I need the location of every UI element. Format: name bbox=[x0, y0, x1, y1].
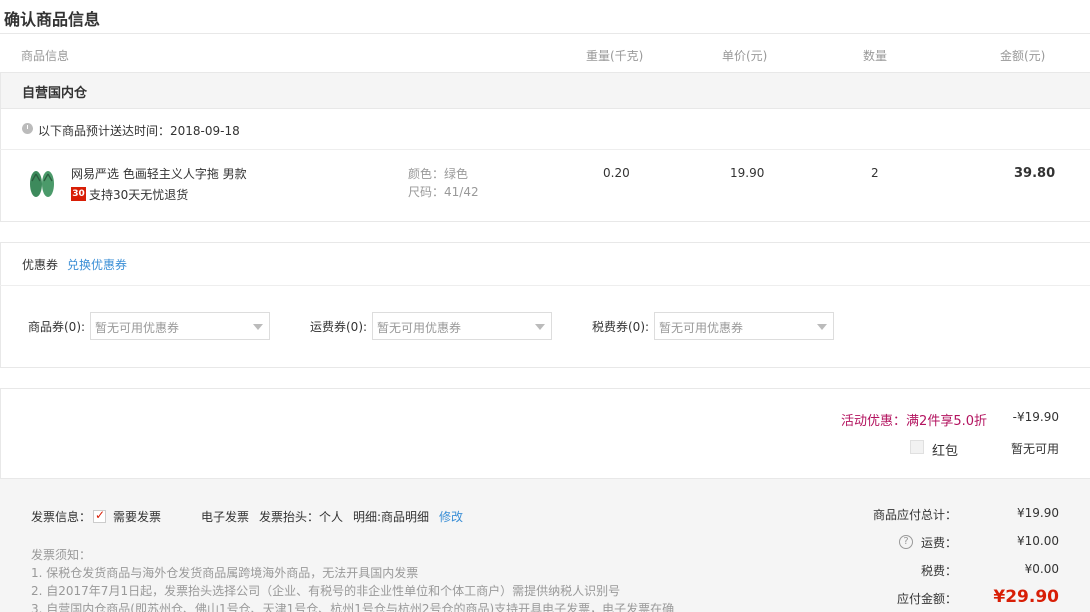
invoice-note: 1. 保税仓发货商品与海外仓发货商品属跨境海外商品，无法开具国内发票 bbox=[31, 566, 419, 580]
product-coupon-label: 商品券(0): bbox=[28, 320, 86, 334]
product-weight: 0.20 bbox=[603, 166, 630, 180]
coupon-divider bbox=[0, 285, 1090, 286]
chevron-down-icon bbox=[535, 324, 545, 330]
exchange-coupon-link[interactable]: 兑换优惠券 bbox=[67, 256, 127, 273]
column-header-weight: 重量(千克) bbox=[586, 49, 644, 63]
need-invoice-checkbox[interactable] bbox=[93, 508, 106, 523]
chevron-down-icon bbox=[253, 324, 263, 330]
shipping-coupon-value: 暂无可用优惠券 bbox=[377, 321, 462, 335]
column-header-unit-price: 单价(元) bbox=[722, 49, 768, 63]
hongbao-value: 暂无可用 bbox=[1010, 442, 1059, 456]
product-coupon-value: 暂无可用优惠券 bbox=[95, 321, 180, 335]
column-header-amount: 金额(元) bbox=[1000, 49, 1046, 63]
product-name[interactable]: 网易严选 色画轻主义人字拖 男款 bbox=[71, 165, 247, 182]
activity-discount-label: 活动优惠：满2件享5.0折 bbox=[841, 414, 987, 429]
invoice-label: 发票信息： bbox=[31, 510, 92, 524]
tax-value: ¥0.00 bbox=[1024, 562, 1059, 576]
tax-coupon-label: 税费券(0): bbox=[592, 320, 650, 334]
invoice-edit-link[interactable]: 修改 bbox=[439, 508, 463, 525]
refund-badge: 30 bbox=[71, 187, 86, 201]
column-header-product: 商品信息 bbox=[21, 49, 70, 63]
tax-coupon-value: 暂无可用优惠券 bbox=[659, 321, 744, 335]
invoice-notes-title: 发票须知： bbox=[31, 548, 92, 562]
product-amount: 39.80 bbox=[1014, 166, 1056, 181]
shipping-label: 运费： bbox=[920, 536, 957, 550]
coupon-title: 优惠券 bbox=[22, 258, 59, 272]
product-quantity: 2 bbox=[871, 166, 879, 180]
product-color: 颜色：绿色 bbox=[408, 167, 469, 181]
tax-coupon-select[interactable]: 暂无可用优惠券 bbox=[654, 312, 834, 340]
activity-discount-value: -¥19.90 bbox=[1012, 410, 1059, 424]
goods-total-label: 商品应付总计： bbox=[872, 508, 957, 522]
help-icon[interactable]: ? bbox=[899, 535, 913, 549]
delivery-time: 以下商品预计送达时间：2018-09-18 bbox=[38, 124, 240, 138]
shipping-value: ¥10.00 bbox=[1017, 534, 1059, 548]
product-size: 尺码：41/42 bbox=[408, 185, 479, 199]
clock-icon bbox=[22, 123, 33, 134]
pay-amount-label: 应付金额： bbox=[896, 592, 957, 606]
pay-amount-value: ¥29.90 bbox=[993, 587, 1059, 607]
hongbao-checkbox[interactable] bbox=[910, 440, 924, 454]
promotion-section bbox=[0, 388, 1090, 478]
title-divider bbox=[0, 33, 1090, 34]
need-invoice-label: 需要发票 bbox=[113, 510, 162, 524]
warehouse-name: 自营国内仓 bbox=[22, 86, 88, 101]
shipping-coupon-select[interactable]: 暂无可用优惠券 bbox=[372, 312, 552, 340]
product-thumbnail[interactable] bbox=[28, 167, 56, 201]
goods-total-value: ¥19.90 bbox=[1017, 506, 1059, 520]
refund-text: 支持30天无忧退货 bbox=[89, 188, 189, 202]
delivery-divider bbox=[0, 149, 1090, 150]
invoice-header: 发票抬头：个人 bbox=[259, 510, 344, 524]
invoice-type: 电子发票 bbox=[201, 510, 250, 524]
shipping-coupon-label: 运费券(0): bbox=[310, 320, 368, 334]
column-header-quantity: 数量 bbox=[863, 49, 888, 63]
chevron-down-icon bbox=[817, 324, 827, 330]
hongbao-label: 红包 bbox=[932, 444, 959, 459]
invoice-note: 3. 自营国内仓商品(即苏州仓、佛山1号仓、天津1号仓、杭州1号仓与杭州2号仓的… bbox=[31, 602, 675, 612]
invoice-note: 2. 自2017年7月1日起，发票抬头选择公司（企业、有税号的非企业性单位和个体… bbox=[31, 584, 621, 598]
product-coupon-select[interactable]: 暂无可用优惠券 bbox=[90, 312, 270, 340]
coupon-section bbox=[0, 242, 1090, 368]
product-unit-price: 19.90 bbox=[730, 166, 765, 180]
invoice-detail: 明细:商品明细 bbox=[353, 510, 430, 524]
warehouse-bar bbox=[0, 72, 1090, 109]
page-title: 确认商品信息 bbox=[4, 10, 101, 29]
tax-label: 税费： bbox=[920, 564, 957, 578]
